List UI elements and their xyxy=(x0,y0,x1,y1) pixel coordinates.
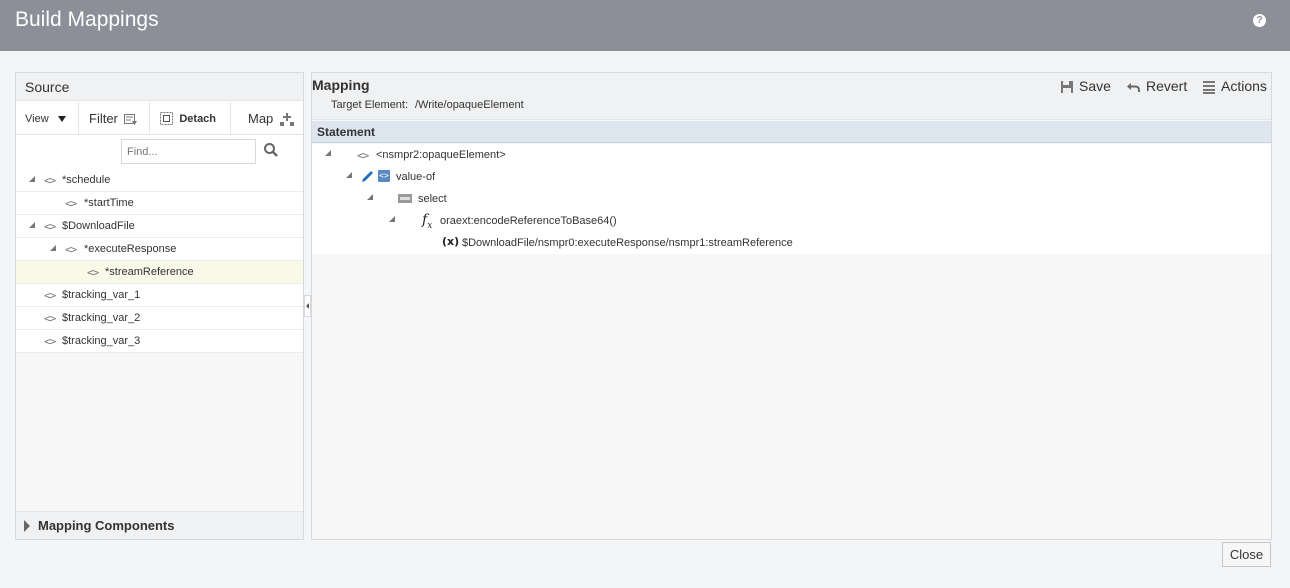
save-label: Save xyxy=(1079,78,1111,94)
element-icon: <> xyxy=(44,312,56,325)
save-button[interactable]: Save xyxy=(1061,78,1111,94)
source-header: Source xyxy=(16,73,303,101)
statement-label: <nsmpr2:opaqueElement> xyxy=(376,149,506,161)
actions-label: Actions xyxy=(1221,78,1267,94)
view-label: View xyxy=(25,113,49,125)
chevron-down-icon xyxy=(58,115,66,122)
source-panel: Source View Filter Detach Map Find... <>… xyxy=(15,72,304,540)
mapping-components-accordion[interactable]: Mapping Components xyxy=(16,511,303,539)
detach-label: Detach xyxy=(179,113,217,125)
tree-label: $DownloadFile xyxy=(62,220,135,232)
chevron-right-icon xyxy=(24,520,30,532)
tree-label: $tracking_var_2 xyxy=(62,312,141,324)
filter-icon xyxy=(124,113,138,125)
tree-row-tracking-var-1[interactable]: <> $tracking_var_1 xyxy=(16,284,303,307)
map-button[interactable]: Map xyxy=(248,102,294,135)
map-label: Map xyxy=(248,111,274,126)
element-icon: <> xyxy=(357,149,369,162)
function-icon: fx xyxy=(422,212,433,231)
tree-label: *executeResponse xyxy=(84,243,177,255)
statement-row[interactable]: <> <nsmpr2:opaqueElement> xyxy=(312,144,1271,166)
edit-icon[interactable] xyxy=(360,170,374,184)
mapping-panel: Mapping Target Element: /Write/opaqueEle… xyxy=(311,72,1272,540)
element-icon: <> xyxy=(65,197,77,210)
attribute-icon xyxy=(398,194,412,203)
mapping-components-label: Mapping Components xyxy=(38,518,175,533)
statement-row[interactable]: <> value-of xyxy=(312,166,1271,188)
map-icon xyxy=(279,113,294,127)
tree-label: *schedule xyxy=(62,174,111,186)
tree-label: *streamReference xyxy=(105,266,194,278)
detach-icon xyxy=(160,112,173,126)
expand-icon[interactable] xyxy=(389,216,395,222)
target-element-label: Target Element: xyxy=(331,99,409,111)
actions-menu[interactable]: Actions xyxy=(1203,78,1267,94)
element-icon: <> xyxy=(44,220,56,233)
search-icon[interactable] xyxy=(263,142,279,158)
expand-icon[interactable] xyxy=(346,172,352,178)
statement-row[interactable]: fx oraext:encodeReferenceToBase64() xyxy=(312,210,1271,232)
expand-icon[interactable] xyxy=(367,194,373,200)
revert-button[interactable]: Revert xyxy=(1127,78,1187,94)
statement-label: select xyxy=(418,193,447,205)
panel-collapse-handle[interactable] xyxy=(304,295,311,317)
title-bar: Build Mappings ? xyxy=(0,0,1290,51)
expand-icon[interactable] xyxy=(325,150,331,156)
statement-title: Statement xyxy=(317,125,376,139)
tree-row-tracking-var-2[interactable]: <> $tracking_var_2 xyxy=(16,307,303,330)
variable-icon: (x) xyxy=(442,235,460,248)
statement-tree: <> <nsmpr2:opaqueElement> <> value-of se… xyxy=(312,144,1271,254)
tree-label: $tracking_var_3 xyxy=(62,335,141,347)
tree-label: $tracking_var_1 xyxy=(62,289,141,301)
mapping-title: Mapping xyxy=(312,77,370,93)
view-menu[interactable]: View xyxy=(25,102,66,135)
save-icon xyxy=(1061,81,1073,94)
statement-label: $DownloadFile/nsmpr0:executeResponse/nsm… xyxy=(462,237,793,249)
detach-button[interactable]: Detach xyxy=(160,102,216,135)
statement-row[interactable]: (x) $DownloadFile/nsmpr0:executeResponse… xyxy=(312,232,1271,254)
filter-button[interactable]: Filter xyxy=(89,102,138,135)
expand-icon[interactable] xyxy=(29,222,35,228)
tree-row-executeresponse[interactable]: <> *executeResponse xyxy=(16,238,303,261)
statement-label: value-of xyxy=(396,171,436,183)
tree-row-starttime[interactable]: <> *startTime xyxy=(16,192,303,215)
element-icon: <> xyxy=(44,289,56,302)
filter-label: Filter xyxy=(89,111,118,126)
xsl-element-icon: <> xyxy=(378,170,390,182)
tree-row-tracking-var-3[interactable]: <> $tracking_var_3 xyxy=(16,330,303,353)
find-input[interactable] xyxy=(121,139,256,164)
source-empty-area xyxy=(16,353,303,511)
toolbar-divider xyxy=(230,102,231,135)
element-icon: <> xyxy=(87,266,99,279)
revert-label: Revert xyxy=(1146,78,1188,94)
tree-row-streamreference[interactable]: <> *streamReference xyxy=(16,261,303,284)
undo-icon xyxy=(1127,82,1140,92)
source-toolbar: View Filter Detach Map xyxy=(16,102,303,135)
statement-row[interactable]: select xyxy=(312,188,1271,210)
help-icon[interactable]: ? xyxy=(1253,14,1266,27)
element-icon: <> xyxy=(44,174,56,187)
expand-icon[interactable] xyxy=(29,176,35,182)
dialog-title: Build Mappings xyxy=(15,8,159,31)
close-button[interactable]: Close xyxy=(1222,542,1271,567)
tree-row-schedule[interactable]: <> *schedule xyxy=(16,169,303,192)
toolbar-divider xyxy=(78,102,79,135)
expand-icon[interactable] xyxy=(50,245,56,251)
tree-row-downloadfile[interactable]: <> $DownloadFile xyxy=(16,215,303,238)
statement-label: oraext:encodeReferenceToBase64() xyxy=(440,215,617,227)
element-icon: <> xyxy=(65,243,77,256)
tree-label: *startTime xyxy=(84,197,134,209)
target-element-value: /Write/opaqueElement xyxy=(415,99,524,111)
element-icon: <> xyxy=(44,335,56,348)
statement-header: Statement xyxy=(312,121,1271,143)
source-title: Source xyxy=(25,79,70,95)
toolbar-divider xyxy=(149,102,150,135)
mapping-header: Mapping Target Element: /Write/opaqueEle… xyxy=(312,73,1271,120)
menu-icon xyxy=(1203,80,1215,94)
